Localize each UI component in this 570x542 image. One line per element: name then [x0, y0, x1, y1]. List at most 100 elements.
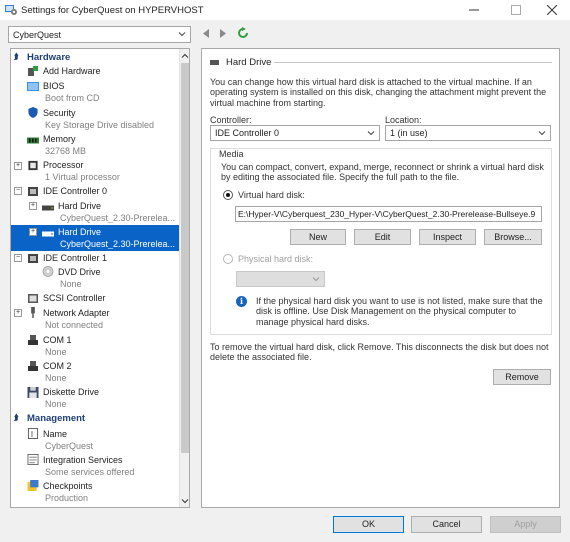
- panel-heading: Hard Drive: [226, 57, 272, 68]
- sidebar-item-name[interactable]: I Name CyberQuest: [11, 427, 179, 453]
- chevron-down-icon: [367, 131, 375, 136]
- sidebar-item-sublabel: None: [45, 373, 67, 383]
- remove-button[interactable]: Remove: [493, 369, 551, 385]
- browse-button[interactable]: Browse...: [484, 229, 542, 245]
- sidebar-item-label: SCSI Controller: [43, 293, 106, 303]
- name-icon: I: [27, 428, 39, 439]
- scroll-down-icon[interactable]: [181, 497, 189, 505]
- sidebar-item-network-adapter[interactable]: + Network Adapter Not connected: [11, 306, 179, 332]
- sidebar-item-bios[interactable]: BIOS Boot from CD: [11, 79, 179, 105]
- scsi-controller-icon: [28, 294, 38, 303]
- sidebar-item-integration-services[interactable]: Integration Services Some services offer…: [11, 453, 179, 479]
- minimize-button[interactable]: [455, 0, 493, 20]
- physical-hard-disk-radio[interactable]: [223, 254, 233, 264]
- expand-icon[interactable]: +: [29, 202, 37, 210]
- sidebar-item-sublabel: None: [60, 279, 82, 289]
- bios-icon: [27, 82, 39, 91]
- sidebar-item-dvd-drive[interactable]: DVD Drive None: [11, 265, 179, 291]
- processor-icon: [28, 160, 38, 171]
- sidebar-item-diskette-drive[interactable]: Diskette Drive None: [11, 385, 179, 411]
- expand-icon[interactable]: +: [14, 309, 22, 317]
- maximize-button[interactable]: [497, 0, 535, 20]
- com-port-icon: [28, 361, 38, 371]
- controller-dropdown[interactable]: IDE Controller 0: [210, 125, 380, 141]
- scroll-up-icon[interactable]: [181, 52, 189, 60]
- sidebar-item-sublabel: Some services offered: [45, 467, 135, 477]
- sidebar-item-ide-controller-1[interactable]: − IDE Controller 1: [11, 252, 179, 265]
- sidebar-item-scsi-controller[interactable]: SCSI Controller: [11, 292, 179, 305]
- inspect-button[interactable]: Inspect: [419, 229, 476, 245]
- hard-drive-icon: [42, 205, 54, 211]
- expand-icon[interactable]: +: [29, 228, 37, 236]
- cancel-button[interactable]: Cancel: [411, 516, 482, 533]
- forward-arrow-icon[interactable]: [219, 29, 227, 38]
- physical-hard-disk-label: Physical hard disk:: [238, 254, 314, 264]
- sidebar-item-add-hardware[interactable]: Add Hardware: [11, 65, 179, 78]
- sidebar-item-sublabel: 1 Virtual processor: [45, 172, 120, 182]
- sidebar-item-sublabel: Production: [45, 493, 89, 503]
- sidebar-item-label: COM 2: [43, 361, 72, 371]
- attachment-description: You can change how this virtual hard dis…: [210, 77, 547, 108]
- settings-tree-panel: ⮭ Hardware Add Hardware BIOS Boot from C…: [10, 48, 190, 508]
- sidebar-item-memory[interactable]: Memory 32768 MB: [11, 132, 179, 158]
- sidebar-item-security[interactable]: Security Key Storage Drive disabled: [11, 106, 179, 132]
- sidebar-item-label: DVD Drive: [58, 267, 101, 277]
- hardware-section-header[interactable]: ⮭ Hardware: [11, 52, 179, 64]
- sidebar-item-hard-drive-1[interactable]: + Hard Drive CyberQuest_2.30-Prerelea...: [11, 199, 179, 225]
- hard-drive-icon: [210, 60, 219, 65]
- minimize-icon: [469, 9, 479, 11]
- location-value: 1 (in use): [390, 128, 428, 138]
- collapse-icon[interactable]: −: [14, 187, 22, 195]
- physical-disk-dropdown[interactable]: [236, 271, 325, 287]
- virtual-hard-disk-radio[interactable]: [223, 190, 233, 200]
- expand-icon[interactable]: +: [14, 162, 22, 170]
- ok-button[interactable]: OK: [333, 516, 404, 533]
- dvd-disc-icon: [42, 266, 54, 277]
- sidebar-item-sublabel: CyberQuest_2.30-Prerelea...: [60, 239, 176, 249]
- location-dropdown[interactable]: 1 (in use): [385, 125, 551, 141]
- sidebar-item-sublabel: 32768 MB: [45, 146, 87, 156]
- heading-divider: [274, 62, 552, 63]
- physical-disk-info-text: If the physical hard disk you want to us…: [256, 296, 543, 327]
- sidebar-item-checkpoints[interactable]: Checkpoints Production: [11, 479, 179, 505]
- apply-button[interactable]: Apply: [490, 516, 561, 533]
- sidebar-item-label: Network Adapter: [43, 308, 110, 318]
- chevron-down-icon: [178, 32, 186, 37]
- virtual-disk-path-input[interactable]: E:\Hyper-V\Cyberquest_230_Hyper-V\CyberQ…: [235, 206, 542, 222]
- sidebar-item-com-2[interactable]: COM 2 None: [11, 359, 179, 385]
- back-arrow-icon[interactable]: [202, 29, 210, 38]
- sidebar-item-hard-drive-2[interactable]: + Hard Drive CyberQuest_2.30-Prerelea...: [11, 225, 179, 251]
- sidebar-item-sublabel: Boot from CD: [45, 93, 100, 103]
- ide-controller-icon: [28, 187, 38, 196]
- sidebar-item-sublabel: CyberQuest: [45, 441, 94, 451]
- edit-button[interactable]: Edit: [354, 229, 411, 245]
- sidebar-item-sublabel: None: [45, 347, 67, 357]
- maximize-icon: [511, 5, 521, 15]
- sidebar-item-processor[interactable]: + Processor 1 Virtual processor: [11, 159, 179, 185]
- chevron-down-icon: [538, 131, 546, 136]
- vm-selector-dropdown[interactable]: CyberQuest: [8, 26, 191, 43]
- refresh-icon[interactable]: [237, 27, 249, 39]
- management-section-header[interactable]: ⮭ Management: [11, 413, 179, 425]
- sidebar-item-com-1[interactable]: COM 1 None: [11, 333, 179, 359]
- sidebar-item-label: BIOS: [43, 81, 65, 91]
- add-hardware-icon: [28, 66, 38, 76]
- sidebar-item-label: Diskette Drive: [43, 387, 100, 397]
- sidebar-item-sublabel: None: [45, 399, 67, 409]
- settings-app-icon: [5, 5, 17, 15]
- sidebar-scrollbar-thumb[interactable]: [181, 63, 189, 453]
- sidebar-item-label: IDE Controller 0: [43, 186, 108, 196]
- ide-controller-icon: [28, 254, 38, 263]
- sidebar-item-ide-controller-0[interactable]: − IDE Controller 0: [11, 185, 179, 198]
- info-icon: i: [236, 296, 247, 307]
- collapse-arrow-icon: ⮭: [14, 413, 19, 422]
- virtual-hard-disk-label: Virtual hard disk:: [238, 190, 305, 200]
- sidebar-item-label: Memory: [43, 134, 76, 144]
- hard-drive-icon: [42, 231, 54, 237]
- new-button[interactable]: New: [290, 229, 346, 245]
- media-group-label: Media: [217, 149, 246, 160]
- close-button[interactable]: [533, 0, 570, 20]
- radio-selected-dot: [226, 193, 230, 197]
- title-bar: Settings for CyberQuest on HYPERVHOST: [0, 0, 570, 20]
- collapse-icon[interactable]: −: [14, 254, 22, 262]
